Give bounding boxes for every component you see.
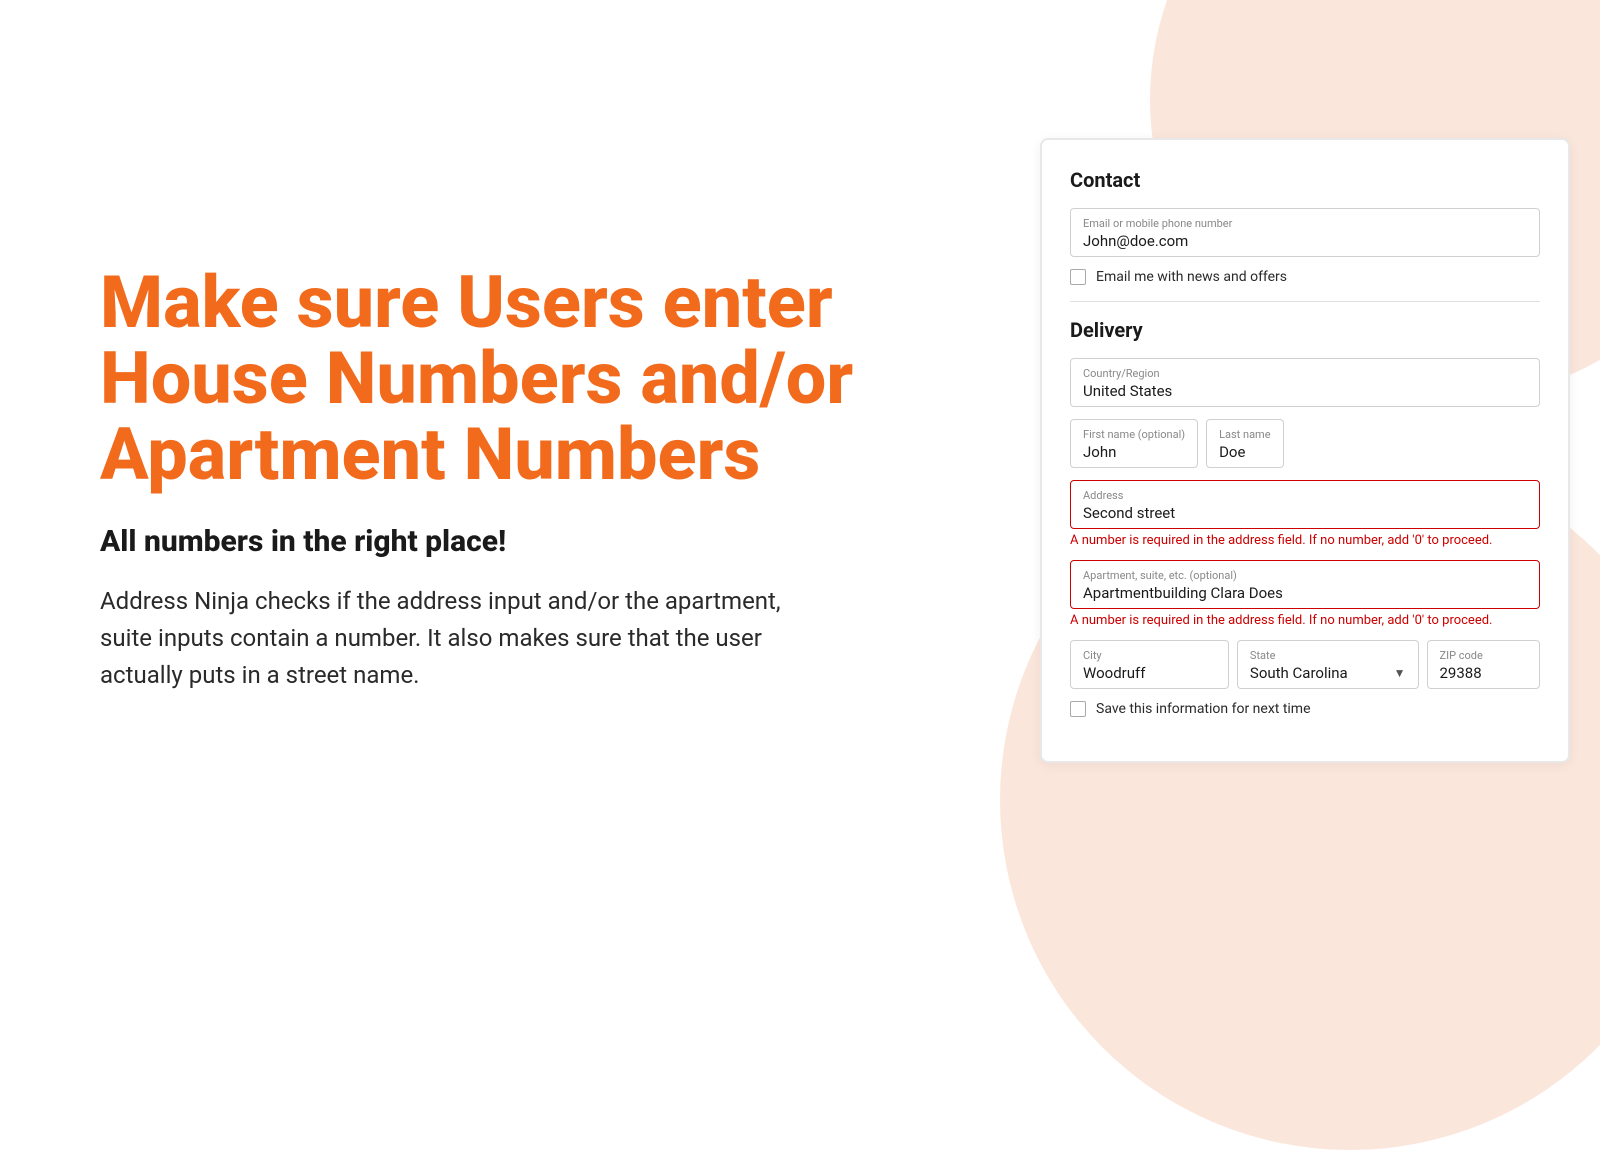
zip-value: 29388 xyxy=(1440,664,1528,682)
save-checkbox-label: Save this information for next time xyxy=(1096,701,1311,717)
last-name-col: Last name Doe xyxy=(1206,419,1283,468)
sub-headline: All numbers in the right place! xyxy=(100,524,960,559)
right-panel: Contact Email or mobile phone number Joh… xyxy=(1040,0,1600,900)
city-label: City xyxy=(1083,649,1216,662)
city-value: Woodruff xyxy=(1083,664,1216,682)
country-value: United States xyxy=(1083,382,1527,400)
zip-field-wrapper[interactable]: ZIP code 29388 xyxy=(1427,640,1541,689)
first-name-label: First name (optional) xyxy=(1083,428,1185,441)
last-name-value: Doe xyxy=(1219,443,1270,461)
save-checkbox-row: Save this information for next time xyxy=(1070,701,1540,717)
state-col: State South Carolina ▼ xyxy=(1237,640,1419,689)
contact-section-title: Contact xyxy=(1070,168,1540,192)
email-label: Email or mobile phone number xyxy=(1083,217,1527,230)
state-inner: State South Carolina xyxy=(1250,649,1390,682)
email-field-wrapper[interactable]: Email or mobile phone number John@doe.co… xyxy=(1070,208,1540,257)
name-row: First name (optional) John Last name Doe xyxy=(1070,419,1540,468)
email-value: John@doe.com xyxy=(1083,232,1527,250)
zip-label: ZIP code xyxy=(1440,649,1528,662)
country-field-group: Country/Region United States xyxy=(1070,358,1540,407)
last-name-label: Last name xyxy=(1219,428,1270,441)
email-checkbox-row: Email me with news and offers xyxy=(1070,269,1540,285)
main-headline: Make sure Users enter House Numbers and/… xyxy=(100,265,960,492)
state-label: State xyxy=(1250,649,1390,662)
state-value: South Carolina xyxy=(1250,664,1390,682)
apt-label: Apartment, suite, etc. (optional) xyxy=(1083,569,1527,582)
city-state-zip-row: City Woodruff State South Carolina ▼ xyxy=(1070,640,1540,689)
city-col: City Woodruff xyxy=(1070,640,1229,689)
zip-col: ZIP code 29388 xyxy=(1427,640,1541,689)
state-chevron-icon: ▼ xyxy=(1394,666,1406,680)
section-divider xyxy=(1070,301,1540,302)
country-field-wrapper[interactable]: Country/Region United States xyxy=(1070,358,1540,407)
first-name-field[interactable]: First name (optional) John xyxy=(1070,419,1198,468)
address-error-msg: A number is required in the address fiel… xyxy=(1070,533,1540,548)
address-value: Second street xyxy=(1083,504,1527,522)
city-field-wrapper[interactable]: City Woodruff xyxy=(1070,640,1229,689)
apt-field-group: Apartment, suite, etc. (optional) Apartm… xyxy=(1070,560,1540,628)
email-field-group: Email or mobile phone number John@doe.co… xyxy=(1070,208,1540,257)
email-checkbox[interactable] xyxy=(1070,269,1086,285)
address-label: Address xyxy=(1083,489,1527,502)
description-text: Address Ninja checks if the address inpu… xyxy=(100,583,800,695)
first-name-col: First name (optional) John xyxy=(1070,419,1198,468)
form-card: Contact Email or mobile phone number Joh… xyxy=(1040,138,1570,763)
apt-error-msg: A number is required in the address fiel… xyxy=(1070,613,1540,628)
email-checkbox-label: Email me with news and offers xyxy=(1096,269,1287,285)
country-label: Country/Region xyxy=(1083,367,1527,380)
left-panel: Make sure Users enter House Numbers and/… xyxy=(0,0,1040,900)
apt-value: Apartmentbuilding Clara Does xyxy=(1083,584,1527,602)
first-name-value: John xyxy=(1083,443,1185,461)
last-name-field[interactable]: Last name Doe xyxy=(1206,419,1283,468)
delivery-section-title: Delivery xyxy=(1070,318,1540,342)
address-field-wrapper[interactable]: Address Second street xyxy=(1070,480,1540,529)
state-field-wrapper[interactable]: State South Carolina ▼ xyxy=(1237,640,1419,689)
apt-field-wrapper[interactable]: Apartment, suite, etc. (optional) Apartm… xyxy=(1070,560,1540,609)
save-checkbox[interactable] xyxy=(1070,701,1086,717)
address-field-group: Address Second street A number is requir… xyxy=(1070,480,1540,548)
